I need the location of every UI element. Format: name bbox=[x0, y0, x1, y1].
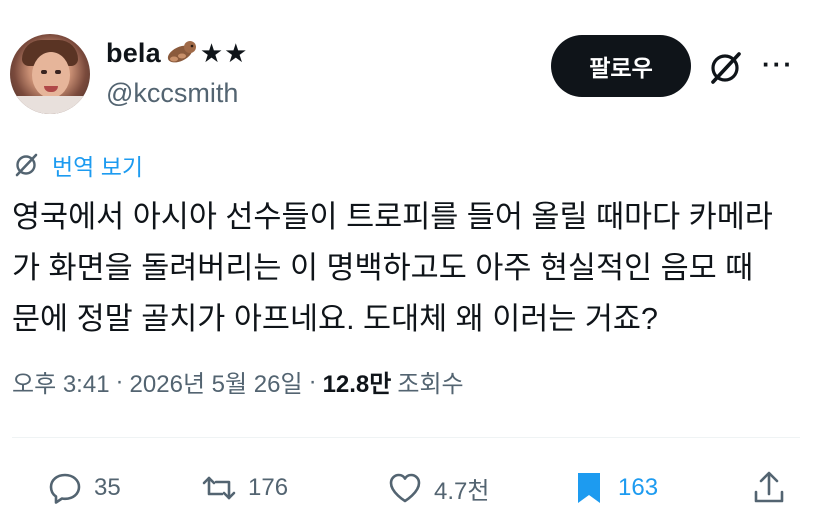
repost-button[interactable]: 176 bbox=[200, 460, 288, 516]
otter-emoji-icon bbox=[167, 41, 196, 63]
tweet-time[interactable]: 오후 3:41 bbox=[12, 364, 110, 399]
share-button[interactable] bbox=[750, 460, 798, 516]
follow-button[interactable]: 팔로우 bbox=[551, 35, 691, 97]
repost-count: 176 bbox=[248, 474, 289, 501]
meta-separator: · bbox=[308, 367, 317, 395]
repost-icon bbox=[202, 476, 236, 500]
tweet-date[interactable]: 2026년 5월 26일 bbox=[130, 364, 303, 399]
avatar-shirt bbox=[10, 96, 90, 114]
avatar-eye bbox=[55, 70, 61, 74]
views-count: 12.8만 bbox=[322, 371, 392, 398]
translate-link[interactable]: 번역 보기 bbox=[12, 148, 143, 182]
reply-count: 35 bbox=[94, 474, 121, 501]
grok-icon[interactable] bbox=[705, 48, 745, 88]
action-bar: 35 176 4.7천 163 bbox=[0, 460, 818, 516]
share-icon bbox=[754, 471, 784, 503]
more-icon[interactable]: ··· bbox=[762, 51, 796, 82]
meta-separator: · bbox=[115, 367, 124, 395]
bookmark-icon bbox=[578, 473, 600, 503]
author-handle[interactable]: @kccsmith bbox=[106, 78, 238, 109]
like-button[interactable]: 4.7천 bbox=[386, 460, 489, 516]
views-label: 조회수 bbox=[397, 371, 464, 398]
bookmark-count: 163 bbox=[618, 474, 659, 501]
translate-label[interactable]: 번역 보기 bbox=[52, 148, 143, 182]
heart-icon bbox=[389, 473, 421, 503]
grok-translate-icon bbox=[15, 153, 38, 177]
author-name-row[interactable]: bela ★★ bbox=[106, 36, 248, 70]
tweet-text: 영국에서 아시아 선수들이 트로피를 들어 올릴 때마다 카메라 가 화면을 돌… bbox=[12, 200, 773, 336]
bookmark-button[interactable]: 163 bbox=[570, 460, 658, 516]
display-name[interactable]: bela bbox=[106, 38, 161, 69]
stars-text: ★★ bbox=[199, 37, 249, 68]
tweet-meta: 오후 3:41 · 2026년 5월 26일 · 12.8만 조회수 bbox=[12, 364, 464, 399]
divider bbox=[12, 437, 800, 438]
reply-icon bbox=[49, 473, 81, 504]
avatar[interactable] bbox=[10, 34, 90, 114]
reply-button[interactable]: 35 bbox=[46, 460, 121, 516]
avatar-eye bbox=[41, 70, 47, 74]
like-count: 4.7천 bbox=[434, 477, 490, 505]
